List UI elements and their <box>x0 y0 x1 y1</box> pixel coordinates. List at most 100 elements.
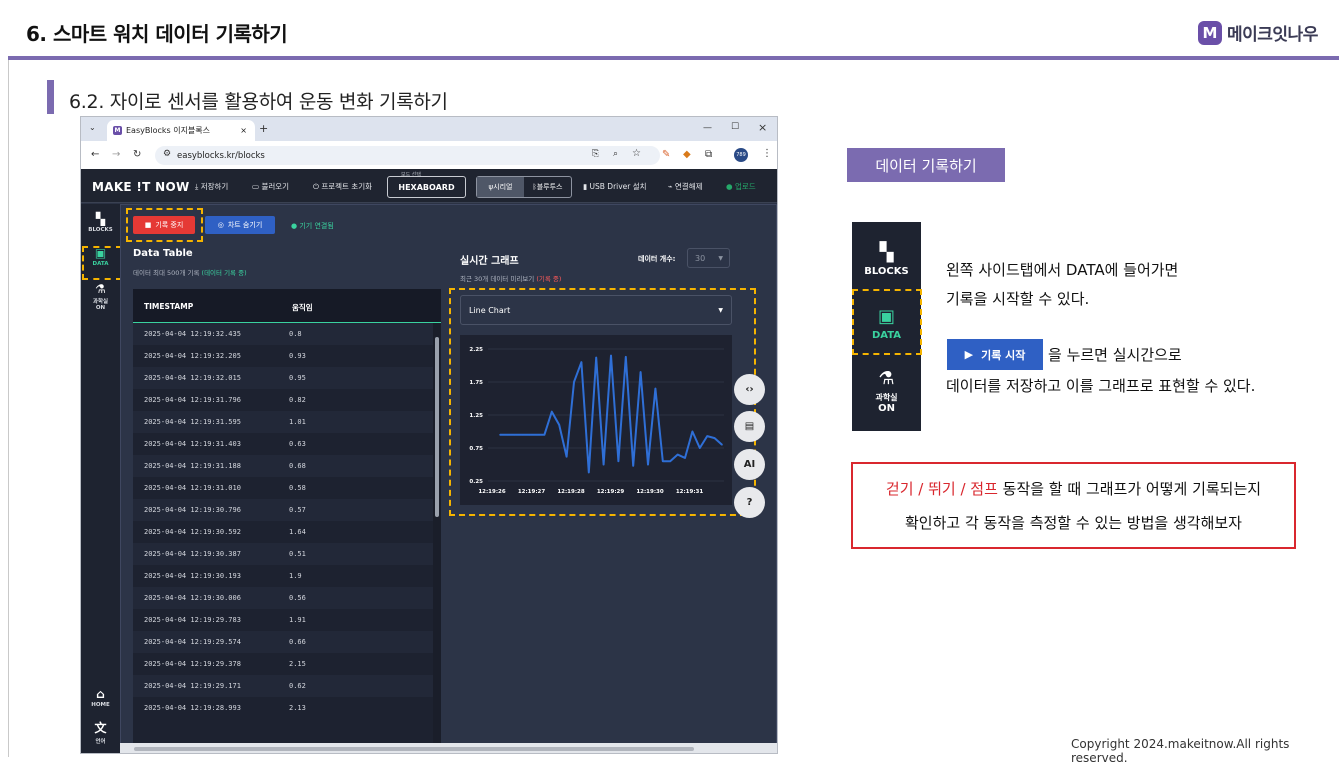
help-icon: ? <box>746 497 753 508</box>
table-row: 2025-04-04 12:19:29.378 2.15 <box>133 653 433 675</box>
instruction-text-2: 을 누르면 실시간으로 <box>1048 346 1182 364</box>
load-button[interactable]: ▭ 불러오기 <box>252 181 289 192</box>
tab-close-icon[interactable]: × <box>240 126 247 135</box>
close-window-icon[interactable]: × <box>758 122 767 133</box>
movement-cell: 1.64 <box>289 528 306 536</box>
back-icon[interactable]: ← <box>91 150 99 160</box>
horizontal-scroll-thumb[interactable] <box>134 747 694 751</box>
preview-blocks: ▚ BLOCKS <box>852 242 921 277</box>
save-button[interactable]: ⤓ 저장하기 <box>195 181 228 192</box>
timestamp-cell: 2025-04-04 12:19:31.403 <box>144 440 241 448</box>
timestamp-cell: 2025-04-04 12:19:30.796 <box>144 506 241 514</box>
extensions-puzzle-icon[interactable]: ⧉ <box>705 150 712 160</box>
forward-icon[interactable]: → <box>112 150 120 160</box>
microscope-icon: ⚗ <box>878 368 895 389</box>
timestamp-cell: 2025-04-04 12:19:30.387 <box>144 550 241 558</box>
browser-tab[interactable]: M EasyBlocks 이지블록스 × <box>107 120 255 141</box>
section-marker <box>47 80 54 114</box>
timestamp-cell: 2025-04-04 12:19:30.006 <box>144 594 241 602</box>
start-recording-button-sample: ▶ 기록 시작 <box>947 339 1043 370</box>
hide-chart-button[interactable]: ◎ 차트 숨기기 <box>205 216 275 234</box>
data-count-select[interactable]: 30 ▼ <box>687 248 730 268</box>
play-icon: ● <box>726 182 735 191</box>
connection-mode-toggle: ψ 시리얼 ᛒ 블루투스 <box>476 176 572 198</box>
realtime-graph-subtitle: 최근 30개 데이터 미리보기 (기록 중) <box>460 273 561 283</box>
zoom-icon[interactable]: ⌕ <box>613 150 618 159</box>
tab-strip: ⌄ M EasyBlocks 이지블록스 × + — ☐ × <box>81 117 777 141</box>
timestamp-cell: 2025-04-04 12:19:29.171 <box>144 682 241 690</box>
sidebar-item-language[interactable]: 文 언어 <box>81 719 120 745</box>
highlight-data-tab <box>82 246 122 280</box>
new-tab-button[interactable]: + <box>259 123 268 134</box>
bookmark-star-icon[interactable]: ☆ <box>632 149 641 159</box>
maximize-icon[interactable]: ☐ <box>731 123 739 132</box>
table-row: 2025-04-04 12:19:30.796 0.57 <box>133 499 433 521</box>
extension-fox-icon[interactable]: ◆ <box>683 150 691 160</box>
data-table-status: (데이터 기록 중) <box>201 269 247 277</box>
table-scrollbar[interactable] <box>433 323 441 749</box>
movement-cell: 0.57 <box>289 506 306 514</box>
table-row: 2025-04-04 12:19:30.193 1.9 <box>133 565 433 587</box>
play-icon: ▶ <box>964 348 974 361</box>
install-icon[interactable]: ⎘ <box>592 150 599 159</box>
table-scroll-thumb[interactable] <box>435 337 439 517</box>
easyblocks-app: MAKE !T NOW ⤓ 저장하기 ▭ 불러오기 ⏻ 프로젝트 초기화 보드 … <box>81 169 777 753</box>
movement-cell: 0.62 <box>289 682 306 690</box>
eye-off-icon: ◎ <box>217 221 224 229</box>
left-margin-line <box>8 60 9 757</box>
profile-avatar[interactable]: 789 <box>734 148 748 162</box>
reset-project-button[interactable]: ⏻ 프로젝트 초기화 <box>313 181 372 192</box>
disconnect-button[interactable]: ⌁ 연결해제 <box>668 181 703 192</box>
board-select[interactable]: HEXABOARD <box>387 176 466 198</box>
timestamp-cell: 2025-04-04 12:19:31.595 <box>144 418 241 426</box>
copyright-text: Copyright 2024.makeitnow.All rights rese… <box>1071 737 1290 765</box>
section-tag: 데이터 기록하기 <box>847 148 1005 182</box>
upload-button[interactable]: ● 업로드 <box>726 181 756 192</box>
sidebar-item-lab[interactable]: ⚗ 과학실 ON <box>81 282 120 311</box>
help-button[interactable]: ? <box>734 487 765 518</box>
timestamp-cell: 2025-04-04 12:19:29.378 <box>144 660 241 668</box>
column-timestamp: TIMESTAMP <box>144 302 194 311</box>
activity-box: 걷기 / 뛰기 / 점프 동작을 할 때 그래프가 어떻게 기록되는지 확인하고… <box>851 462 1296 549</box>
reset-label: 프로젝트 초기화 <box>321 182 373 191</box>
table-row: 2025-04-04 12:19:31.188 0.68 <box>133 455 433 477</box>
serial-mode-button[interactable]: ψ 시리얼 <box>477 177 524 197</box>
extension-pen-icon[interactable]: ✎ <box>662 150 670 160</box>
app-brand: MAKE !T NOW <box>92 180 190 194</box>
chat-button[interactable]: ▤ <box>734 411 765 442</box>
data-table: TIMESTAMP 움직임 2025-04-04 12:19:32.435 0.8… <box>133 289 441 749</box>
tab-search-icon[interactable]: ⌄ <box>89 124 96 132</box>
browser-menu-icon[interactable]: ⋮ <box>762 149 772 159</box>
ai-button[interactable]: AI <box>734 449 765 480</box>
bluetooth-mode-button[interactable]: ᛒ 블루투스 <box>524 177 571 197</box>
realtime-preview-text: 최근 30개 데이터 미리보기 <box>460 275 535 283</box>
sidebar-item-home[interactable]: ⌂ HOME <box>81 687 120 708</box>
tab-title: EasyBlocks 이지블록스 <box>126 126 211 135</box>
collapse-button[interactable]: ‹› <box>734 374 765 405</box>
data-panel: ■ 기록 중지 ◎ 차트 숨기기 ● 기기 연결됨 Data Table 데이터 최… <box>120 204 777 753</box>
preview-lab-label: 과학실 <box>875 393 898 402</box>
highlight-stop-button <box>126 208 203 242</box>
site-settings-icon[interactable]: ⚙ <box>163 150 171 159</box>
instruction-text-3: 데이터를 저장하고 이를 그래프로 표현할 수 있다. <box>946 377 1256 395</box>
blocks-icon: ▚ <box>879 242 894 263</box>
activity-line-2: 확인하고 각 동작을 측정할 수 있는 방법을 생각해보자 <box>905 514 1242 532</box>
usb-driver-button[interactable]: ▮ USB Driver 설치 <box>583 181 647 192</box>
start-recording-label: 기록 시작 <box>981 348 1026 362</box>
company-logo: M 메이크잇나우 <box>1198 20 1318 45</box>
microscope-icon: ⚗ <box>95 282 106 296</box>
blocks-icon: ▚ <box>95 212 106 226</box>
movement-cell: 0.93 <box>289 352 306 360</box>
movement-cell: 2.13 <box>289 704 306 712</box>
sidebar-item-blocks[interactable]: ▚ BLOCKS <box>81 212 120 233</box>
horizontal-scrollbar[interactable] <box>120 743 777 753</box>
hide-chart-label: 차트 숨기기 <box>227 221 263 229</box>
table-row: 2025-04-04 12:19:32.015 0.95 <box>133 367 433 389</box>
movement-cell: 0.58 <box>289 484 306 492</box>
minimize-icon[interactable]: — <box>703 124 712 133</box>
movement-cell: 0.51 <box>289 550 306 558</box>
logo-mark-icon: M <box>1198 20 1222 45</box>
reload-icon[interactable]: ↻ <box>133 150 141 160</box>
section-title: 6.2. 자이로 센서를 활용하여 운동 변화 기록하기 <box>69 91 448 113</box>
address-bar[interactable]: ⚙ easyblocks.kr/blocks ⎘ ⌕ ☆ <box>155 146 660 165</box>
